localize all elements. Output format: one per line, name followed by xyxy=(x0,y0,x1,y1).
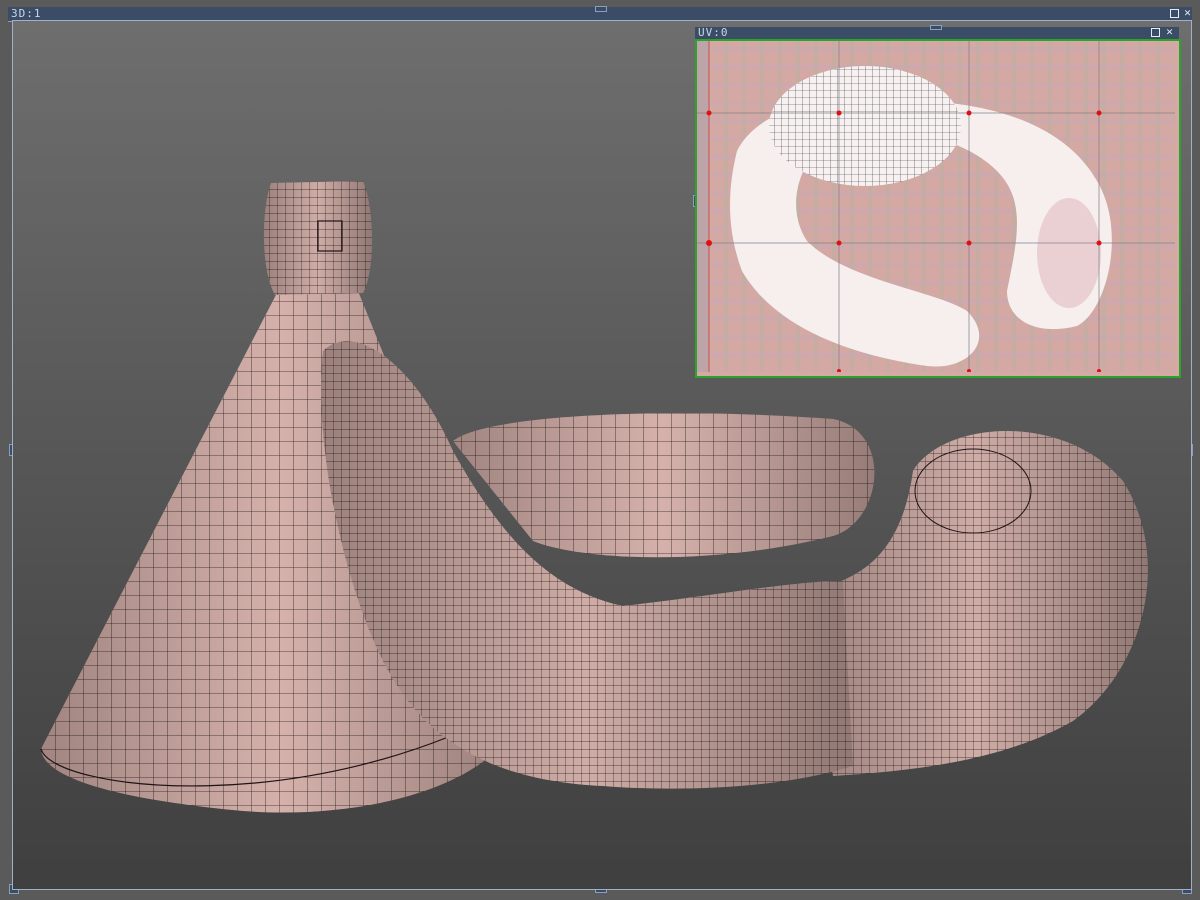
uv-island-cap[interactable] xyxy=(1037,198,1101,308)
uv-layout[interactable] xyxy=(697,41,1175,373)
close-icon[interactable]: ✕ xyxy=(1164,26,1175,38)
3d-viewport-panel: 3D:1 ✕ UV:0 ✕ xyxy=(0,0,1200,900)
maximize-icon[interactable] xyxy=(1151,28,1160,37)
uv-editor-canvas[interactable] xyxy=(695,39,1181,378)
close-icon[interactable]: ✕ xyxy=(1182,7,1193,19)
torus-back-segment[interactable] xyxy=(453,413,875,558)
uv-editor-panel: UV:0 ✕ xyxy=(693,25,1181,378)
uv-island-cube[interactable] xyxy=(769,66,961,186)
uv-editor-title: UV:0 xyxy=(698,26,729,39)
resize-handle-top[interactable] xyxy=(595,6,607,12)
uv-resize-handle-top[interactable] xyxy=(930,25,942,30)
maximize-icon[interactable] xyxy=(1170,9,1179,18)
3d-viewport-title: 3D:1 xyxy=(11,7,42,20)
rounded-cube-mesh[interactable] xyxy=(263,181,372,295)
